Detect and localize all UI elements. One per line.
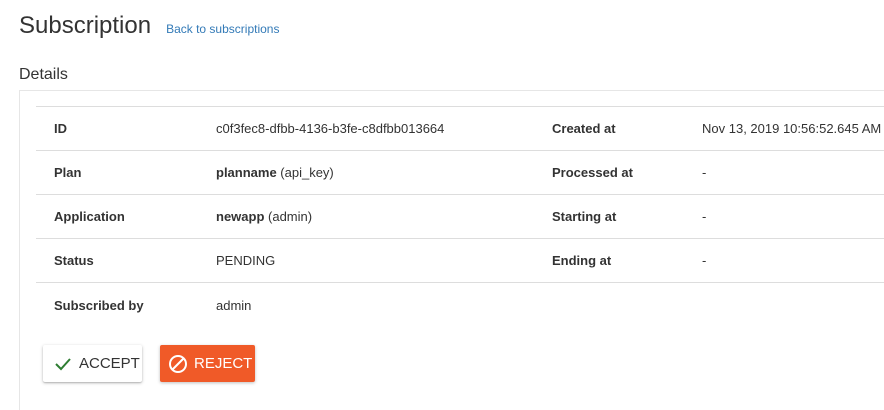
created-at-label: Created at (552, 106, 702, 151)
application-label: Application (36, 194, 216, 239)
accept-button[interactable]: ACCEPT (43, 345, 142, 382)
plan-label: Plan (36, 150, 216, 195)
detail-row-status: Status PENDING Ending at - (36, 238, 884, 283)
details-table: ID c0f3fec8-dfbb-4136-b3fe-c8dfbb013664 … (36, 106, 884, 327)
id-label: ID (36, 106, 216, 151)
page-title: Subscription (19, 12, 152, 39)
detail-row-subscribed-by: Subscribed by admin (36, 282, 884, 327)
starting-at-value: - (702, 194, 884, 239)
reject-button[interactable]: REJECT (160, 345, 255, 382)
created-at-value: Nov 13, 2019 10:56:52.645 AM (702, 106, 884, 151)
reject-label: REJECT (194, 355, 253, 372)
block-icon (168, 354, 188, 374)
application-owner: (admin) (264, 209, 313, 224)
ending-at-value: - (702, 238, 884, 283)
status-value: PENDING (216, 238, 552, 283)
detail-row-id: ID c0f3fec8-dfbb-4136-b3fe-c8dfbb013664 … (36, 106, 884, 151)
subscribed-by-value: admin (216, 282, 552, 327)
application-value: newapp (admin) (216, 194, 552, 239)
plan-security: (api_key) (276, 165, 334, 180)
plan-name: planname (216, 165, 277, 180)
ending-at-label: Ending at (552, 238, 702, 283)
detail-row-application: Application newapp (admin) Starting at - (36, 194, 884, 239)
starting-at-label: Starting at (552, 194, 702, 239)
application-name: newapp (216, 209, 265, 224)
details-section-title: Details (19, 66, 68, 83)
back-to-subscriptions-link[interactable]: Back to subscriptions (166, 22, 279, 36)
id-value: c0f3fec8-dfbb-4136-b3fe-c8dfbb013664 (216, 106, 552, 151)
accept-label: ACCEPT (79, 355, 140, 372)
subscribed-by-label: Subscribed by (36, 282, 216, 327)
processed-at-value: - (702, 150, 884, 195)
check-icon (53, 354, 73, 374)
status-label: Status (36, 238, 216, 283)
detail-row-plan: Plan planname (api_key) Processed at - (36, 150, 884, 195)
empty-value (702, 282, 884, 327)
page-header: Subscription Back to subscriptions (19, 12, 279, 40)
processed-at-label: Processed at (552, 150, 702, 195)
plan-value: planname (api_key) (216, 150, 552, 195)
empty-label (552, 282, 702, 327)
